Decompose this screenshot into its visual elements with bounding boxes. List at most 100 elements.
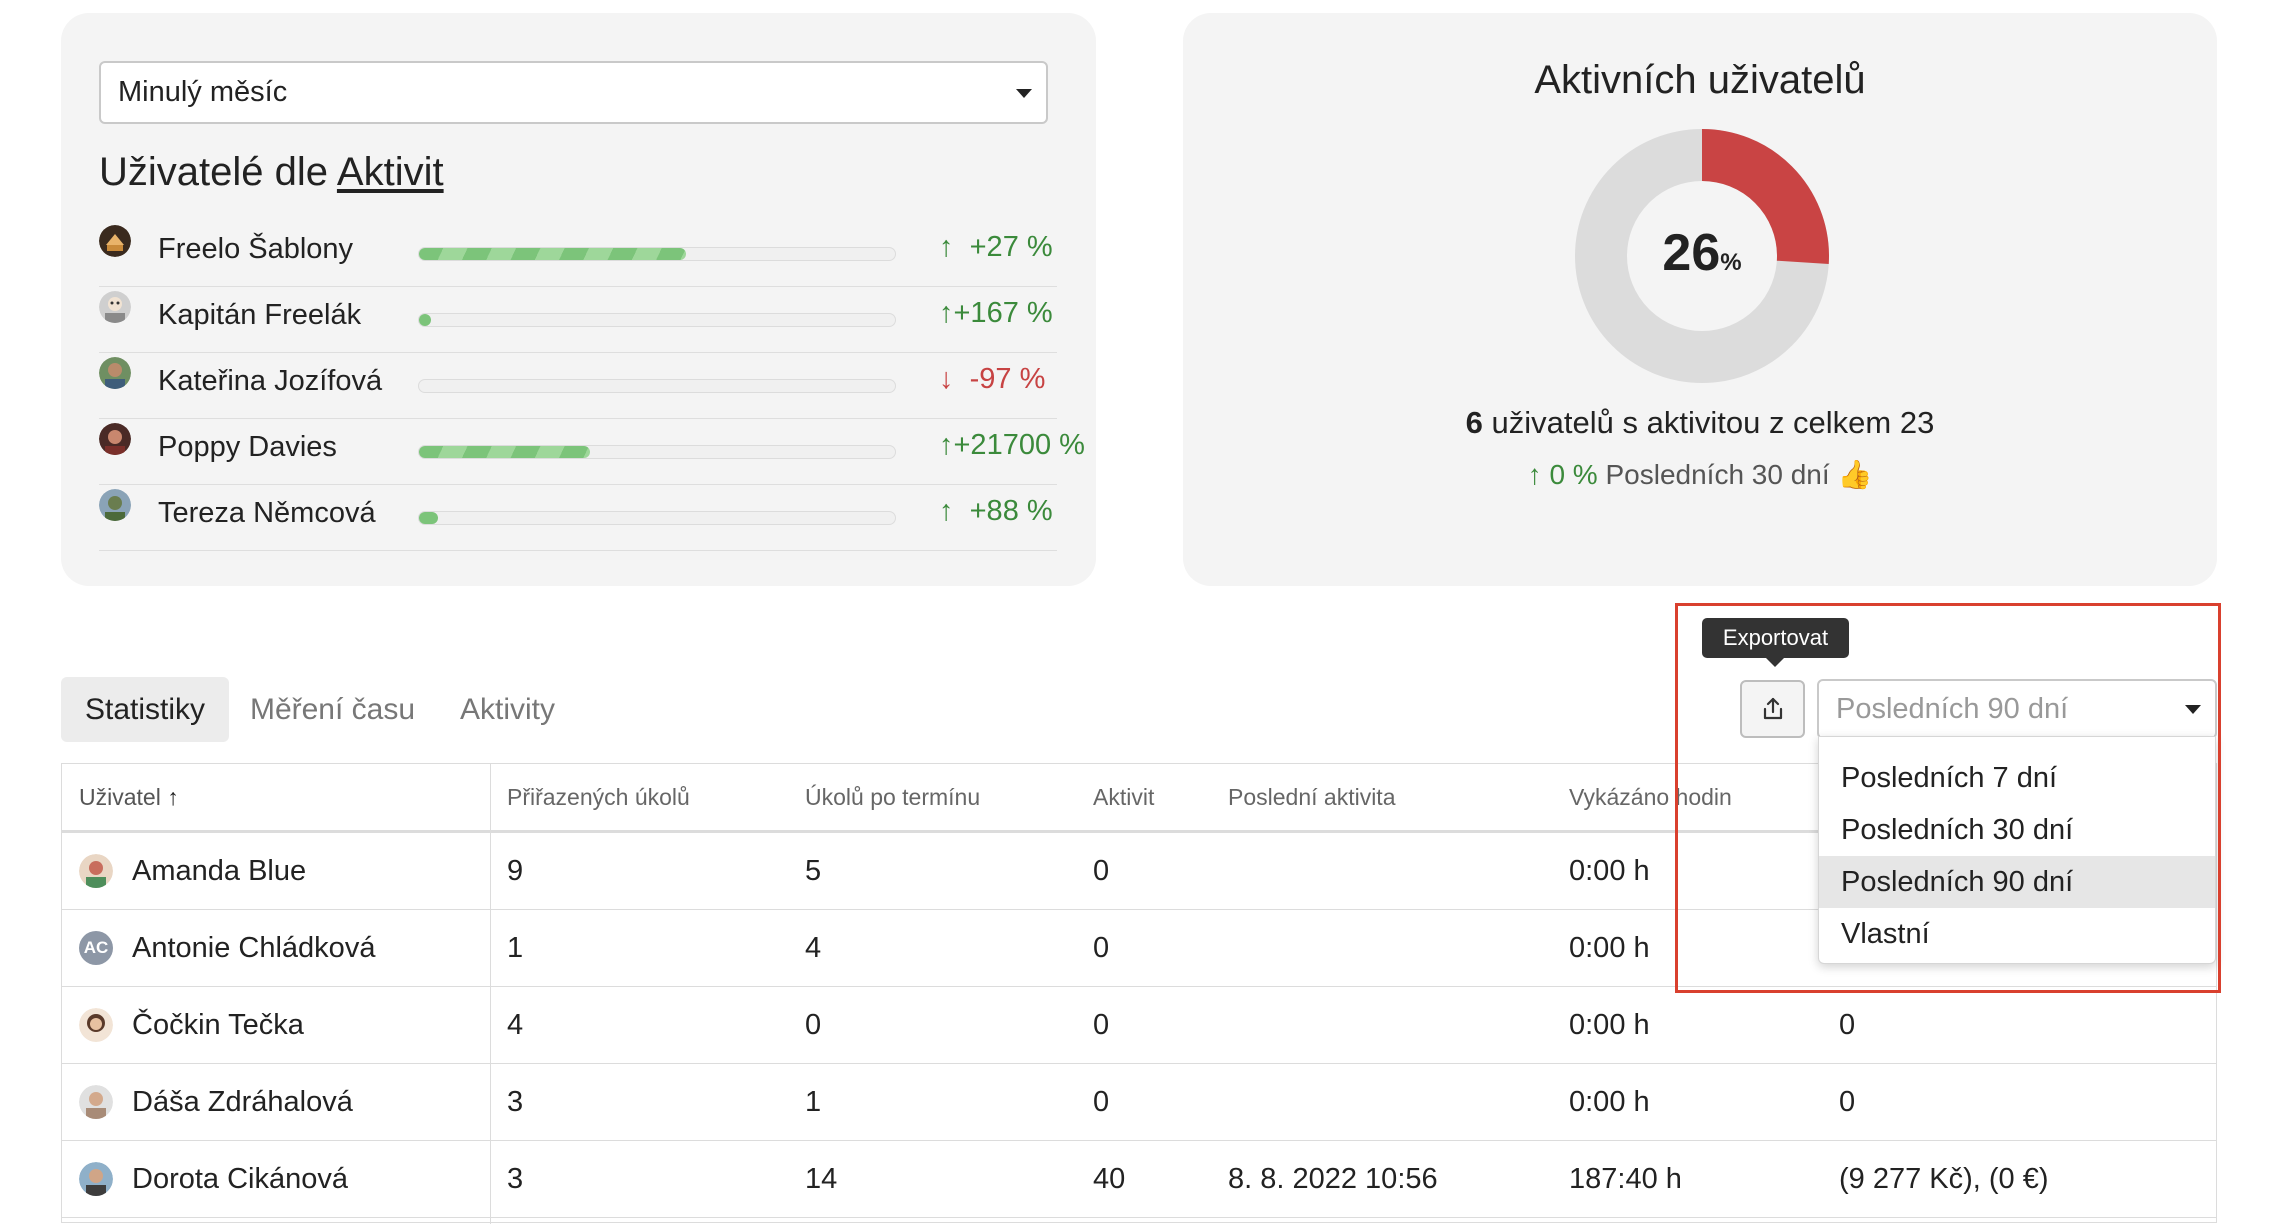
user-name: Dorota Cikánová [132,1162,348,1195]
user-cell: Dorota Cikánová [79,1141,348,1217]
user-cell: Amanda Blue [79,833,306,909]
activity-bar-fill [419,314,431,326]
overdue-count: 5 [805,854,822,887]
cost-value: 0 [1839,1085,1856,1118]
avatar [79,1162,113,1196]
assigned-count: 4 [507,1008,524,1041]
trend-down: ↓ -97 % [939,363,1046,395]
activities-count: 0 [1093,931,1110,964]
table-row[interactable]: Dorota Cikánová 3 14 40 8. 8. 2022 10:56… [62,1141,2216,1218]
activity-row: Poppy Davies ↑+21700 % [99,419,1085,485]
trend-value: +167 % [953,297,1053,329]
user-name: Dáša Zdráhalová [132,1085,353,1118]
period-select[interactable]: Minulý měsíc [99,61,1048,124]
activities-count: 0 [1093,1085,1110,1118]
column-header-label: Uživatel [79,783,161,810]
column-header-overdue[interactable]: Úkolů po termínu [805,764,980,830]
avatar [79,854,113,888]
avatar [79,1008,113,1042]
active-users-summary: 6 uživatelů s aktivitou z celkem 23 [1183,405,2217,441]
highlight-frame [1675,603,2221,993]
activity-user-name: Kateřina Jozífová [158,365,383,397]
activity-user-name: Kapitán Freelák [158,299,362,331]
active-trend-label: Posledních 30 dní [1605,459,1830,490]
activities-count: 0 [1093,1008,1110,1041]
hours-logged: 0:00 h [1569,1085,1650,1118]
column-header-assigned[interactable]: Přiřazených úkolů [507,764,690,830]
activity-bar [418,247,896,261]
activity-row: Tereza Němcová ↑ +88 % [99,485,1057,551]
activity-row: Kapitán Freelák ↑+167 % [99,287,1057,353]
activity-row: Kateřina Jozífová ↓ -97 % [99,353,1057,419]
activity-bar [418,511,896,525]
trend-value: +21700 % [953,429,1085,461]
cost-value: 0 [1839,1008,1856,1041]
user-cell: Dáša Zdráhalová [79,1064,353,1140]
active-summary-text: uživatelů s aktivitou z celkem 23 [1491,405,1935,440]
activity-bar [418,313,896,327]
overdue-count: 1 [805,1085,822,1118]
tab-time-tracking[interactable]: Měření času [236,677,429,742]
active-count: 6 [1465,405,1483,440]
avatar [99,225,131,257]
period-select-value: Minulý měsíc [118,76,288,108]
activities-link[interactable]: Aktivit [337,150,444,194]
overdue-count: 0 [805,1008,822,1041]
chevron-down-icon [1016,88,1032,98]
table-row[interactable]: Čočkin Tečka 4 0 0 0:00 h 0 [62,987,2216,1064]
avatar: AC [79,931,113,965]
hours-logged: 187:40 h [1569,1162,1682,1195]
overdue-count: 4 [805,931,822,964]
assigned-count: 1 [507,931,524,964]
avatar [99,489,131,521]
assigned-count: 3 [507,1085,524,1118]
activity-user-name: Tereza Němcová [158,497,376,529]
activity-bar-fill [419,512,439,524]
assigned-count: 3 [507,1162,524,1195]
trend-up-icon: ↑ [1527,459,1542,490]
column-header-user[interactable]: Uživatel ↑ [79,764,179,830]
active-trend-value: 0 % [1549,459,1598,490]
thumbs-up-icon: 👍 [1837,459,1873,490]
trend-up: ↑+21700 % [939,429,1085,461]
sort-arrow-icon: ↑ [167,783,179,810]
user-name: Čočkin Tečka [132,1008,304,1041]
avatar [99,357,131,389]
activity-bar [418,445,896,459]
tab-activities[interactable]: Aktivity [445,677,570,742]
user-cell: Čočkin Tečka [79,987,304,1063]
percent-sign: % [1720,249,1742,276]
table-row[interactable]: Dáša Zdráhalová 3 1 0 0:00 h 0 [62,1064,2216,1141]
user-name: Amanda Blue [132,854,307,887]
active-users-trend: ↑ 0 % Posledních 30 dní 👍 [1183,458,2217,491]
trend-value: +27 % [969,231,1053,263]
activity-user-name: Freelo Šablony [158,233,354,265]
activity-bar-fill [419,248,686,260]
activity-row: Freelo Šablony ↑ +27 % [99,221,1057,287]
last-activity: 8. 8. 2022 10:56 [1228,1162,1438,1195]
tab-statistics[interactable]: Statistiky [61,677,229,742]
activities-count: 0 [1093,854,1110,887]
column-header-last-activity[interactable]: Poslední aktivita [1228,764,1395,830]
active-users-title: Aktivních uživatelů [1534,58,1866,102]
section-title-text: Uživatelé dle [99,150,329,194]
trend-up: ↑+167 % [939,297,1053,329]
activity-bar [418,379,896,393]
avatar [79,1085,113,1119]
user-cell: AC Antonie Chládková [79,910,375,986]
avatar [99,291,131,323]
hours-logged: 0:00 h [1569,854,1650,887]
activity-bar-fill [419,446,591,458]
trend-up: ↑ +27 % [939,231,1053,263]
column-header-activities[interactable]: Aktivit [1093,764,1154,830]
avatar [99,423,131,455]
user-name: Antonie Chládková [132,931,376,964]
trend-up: ↑ +88 % [939,495,1053,527]
hours-logged: 0:00 h [1569,1008,1650,1041]
cost-value: (9 277 Kč), (0 €) [1839,1162,2049,1195]
overdue-count: 14 [805,1162,838,1195]
donut-label: 26% [1574,223,1830,283]
assigned-count: 9 [507,854,524,887]
section-title: Uživatelé dle Aktivit [99,150,444,195]
active-percent: 26 [1662,224,1721,282]
